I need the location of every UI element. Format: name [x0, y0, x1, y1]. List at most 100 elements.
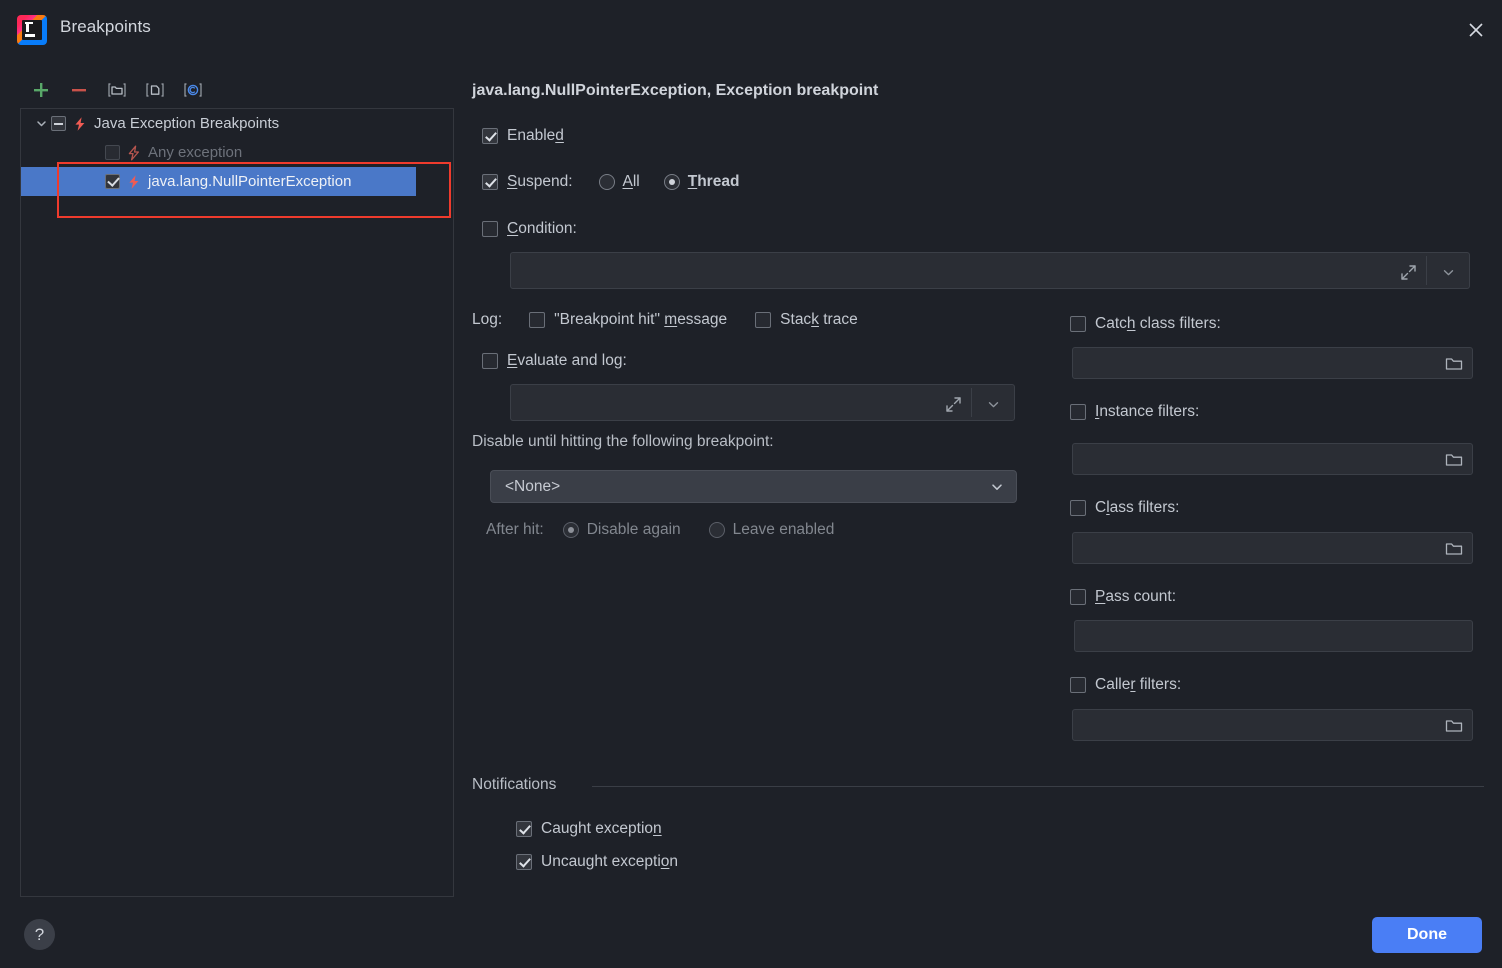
- uncaught-exception-checkbox[interactable]: [516, 854, 532, 870]
- uncaught-exception-row[interactable]: Uncaught exception: [516, 853, 678, 871]
- after-hit-row[interactable]: After hit: Disable again Leave enabled: [486, 521, 834, 539]
- tree-node-checkbox[interactable]: [51, 116, 66, 131]
- after-hit-leave-enabled-label: Leave enabled: [732, 521, 835, 538]
- folder-icon[interactable]: [1444, 355, 1464, 373]
- condition-label: Condition:: [507, 220, 577, 237]
- condition-input[interactable]: [510, 252, 1470, 289]
- caught-exception-checkbox[interactable]: [516, 821, 532, 837]
- enabled-checkbox[interactable]: [482, 128, 498, 144]
- class-filters-label: Class filters:: [1095, 499, 1180, 516]
- condition-row[interactable]: Condition:: [482, 220, 577, 238]
- tree-node-label: Java Exception Breakpoints: [94, 115, 280, 132]
- log-label: Log:: [472, 311, 503, 328]
- detail-title: java.lang.NullPointerException, Exceptio…: [472, 82, 879, 99]
- instance-filters-checkbox[interactable]: [1070, 404, 1086, 420]
- folder-icon[interactable]: [1444, 717, 1464, 735]
- disable-until-label: Disable until hitting the following brea…: [472, 433, 774, 450]
- after-hit-disable-again-radio[interactable]: [562, 522, 579, 538]
- tree-node-checkbox[interactable]: [105, 174, 120, 189]
- enabled-label: Enabled: [507, 127, 564, 144]
- notifications-title: Notifications: [472, 776, 557, 793]
- pass-count-checkbox[interactable]: [1070, 589, 1086, 605]
- suspend-all-radio-group[interactable]: All: [598, 173, 640, 191]
- folder-icon[interactable]: [1444, 451, 1464, 469]
- after-hit-disable-again-group[interactable]: Disable again: [562, 521, 681, 539]
- after-hit-disable-again-label: Disable again: [586, 521, 681, 538]
- lightning-bolt-icon: [72, 116, 88, 132]
- group-by-file-button[interactable]: [136, 76, 174, 104]
- suspend-thread-label: Thread: [687, 173, 740, 190]
- tree-node-label: Any exception: [148, 144, 243, 161]
- lightning-bolt-icon: [126, 174, 142, 190]
- condition-dropdown-icon[interactable]: [1437, 263, 1459, 281]
- tree-node-label: java.lang.NullPointerException: [148, 173, 352, 190]
- log-breakpoint-hit-message-group[interactable]: "Breakpoint hit" message: [529, 311, 727, 329]
- page-title: Breakpoints: [60, 17, 151, 36]
- pass-count-input[interactable]: [1074, 620, 1473, 652]
- class-filters-input[interactable]: [1072, 532, 1473, 564]
- done-button[interactable]: Done: [1372, 917, 1482, 953]
- breakpoints-tree[interactable]: Java Exception Breakpoints Any exception…: [20, 108, 454, 897]
- close-icon[interactable]: [1462, 16, 1490, 44]
- tree-node-java-lang-nullpointerexception[interactable]: java.lang.NullPointerException: [21, 167, 416, 196]
- suspend-thread-radio-group[interactable]: Thread: [663, 173, 740, 191]
- help-label: ?: [34, 924, 45, 944]
- add-breakpoint-button[interactable]: [22, 76, 60, 104]
- instance-filters-label: Instance filters:: [1095, 403, 1200, 420]
- catch-class-filters-row[interactable]: Catch class filters:: [1070, 315, 1221, 333]
- intellij-idea-logo: [17, 15, 47, 45]
- help-icon[interactable]: ?: [24, 919, 55, 950]
- suspend-all-radio[interactable]: [598, 174, 615, 190]
- condition-expand-icon[interactable]: [1397, 261, 1419, 283]
- class-filters-row[interactable]: Class filters:: [1070, 499, 1179, 517]
- caller-filters-row[interactable]: Caller filters:: [1070, 676, 1181, 694]
- suspend-checkbox[interactable]: [482, 174, 498, 190]
- disable-until-dropdown[interactable]: <None>: [490, 470, 1017, 503]
- done-button-label: Done: [1407, 926, 1447, 943]
- suspend-thread-radio[interactable]: [663, 174, 680, 190]
- after-hit-leave-enabled-group[interactable]: Leave enabled: [708, 521, 835, 539]
- condition-checkbox[interactable]: [482, 221, 498, 237]
- enabled-row[interactable]: Enabled: [482, 127, 564, 145]
- tree-toolbar: [22, 76, 212, 104]
- tree-node-any-exception[interactable]: Any exception: [21, 138, 453, 167]
- caller-filters-input[interactable]: [1072, 709, 1473, 741]
- folder-icon[interactable]: [1444, 540, 1464, 558]
- pass-count-row[interactable]: Pass count:: [1070, 588, 1176, 606]
- remove-breakpoint-button[interactable]: [60, 76, 98, 104]
- suspend-row[interactable]: Suspend: All Thread: [482, 173, 739, 191]
- caller-filters-label: Caller filters:: [1095, 676, 1182, 693]
- after-hit-label: After hit:: [486, 521, 544, 538]
- log-stack-trace-checkbox[interactable]: [755, 312, 772, 328]
- after-hit-leave-enabled-radio[interactable]: [708, 522, 725, 538]
- notifications-divider: [592, 786, 1484, 787]
- chevron-down-icon[interactable]: [31, 118, 51, 129]
- evaluate-dropdown-icon[interactable]: [982, 395, 1004, 413]
- class-filters-checkbox[interactable]: [1070, 500, 1086, 516]
- instance-filters-row[interactable]: Instance filters:: [1070, 403, 1199, 421]
- group-by-package-button[interactable]: [98, 76, 136, 104]
- tree-node-checkbox[interactable]: [105, 145, 120, 160]
- evaluate-and-log-checkbox[interactable]: [482, 353, 498, 369]
- breakpoint-detail-panel: java.lang.NullPointerException, Exceptio…: [472, 78, 1484, 878]
- log-breakpoint-hit-message-label: "Breakpoint hit" message: [554, 311, 728, 328]
- suspend-all-label: All: [622, 173, 640, 190]
- log-breakpoint-hit-message-checkbox[interactable]: [529, 312, 546, 328]
- suspend-label: Suspend:: [507, 173, 573, 190]
- group-by-class-button[interactable]: [174, 76, 212, 104]
- lightning-bolt-outline-icon: [126, 145, 142, 161]
- catch-class-filters-checkbox[interactable]: [1070, 316, 1086, 332]
- evaluate-expand-icon[interactable]: [942, 393, 964, 415]
- tree-node-java-exception-breakpoints[interactable]: Java Exception Breakpoints: [21, 109, 453, 138]
- log-stack-trace-label: Stack trace: [780, 311, 858, 328]
- log-row: Log: "Breakpoint hit" message Stack trac…: [472, 311, 858, 329]
- evaluate-and-log-label: Evaluate and log:: [507, 352, 627, 369]
- caller-filters-checkbox[interactable]: [1070, 677, 1086, 693]
- instance-filters-input[interactable]: [1072, 443, 1473, 475]
- catch-class-filters-input[interactable]: [1072, 347, 1473, 379]
- caught-exception-row[interactable]: Caught exception: [516, 820, 662, 838]
- chevron-down-icon[interactable]: [990, 480, 1004, 494]
- evaluate-and-log-row[interactable]: Evaluate and log:: [482, 352, 627, 370]
- evaluate-and-log-input[interactable]: [510, 384, 1015, 421]
- log-stack-trace-group[interactable]: Stack trace: [755, 311, 858, 329]
